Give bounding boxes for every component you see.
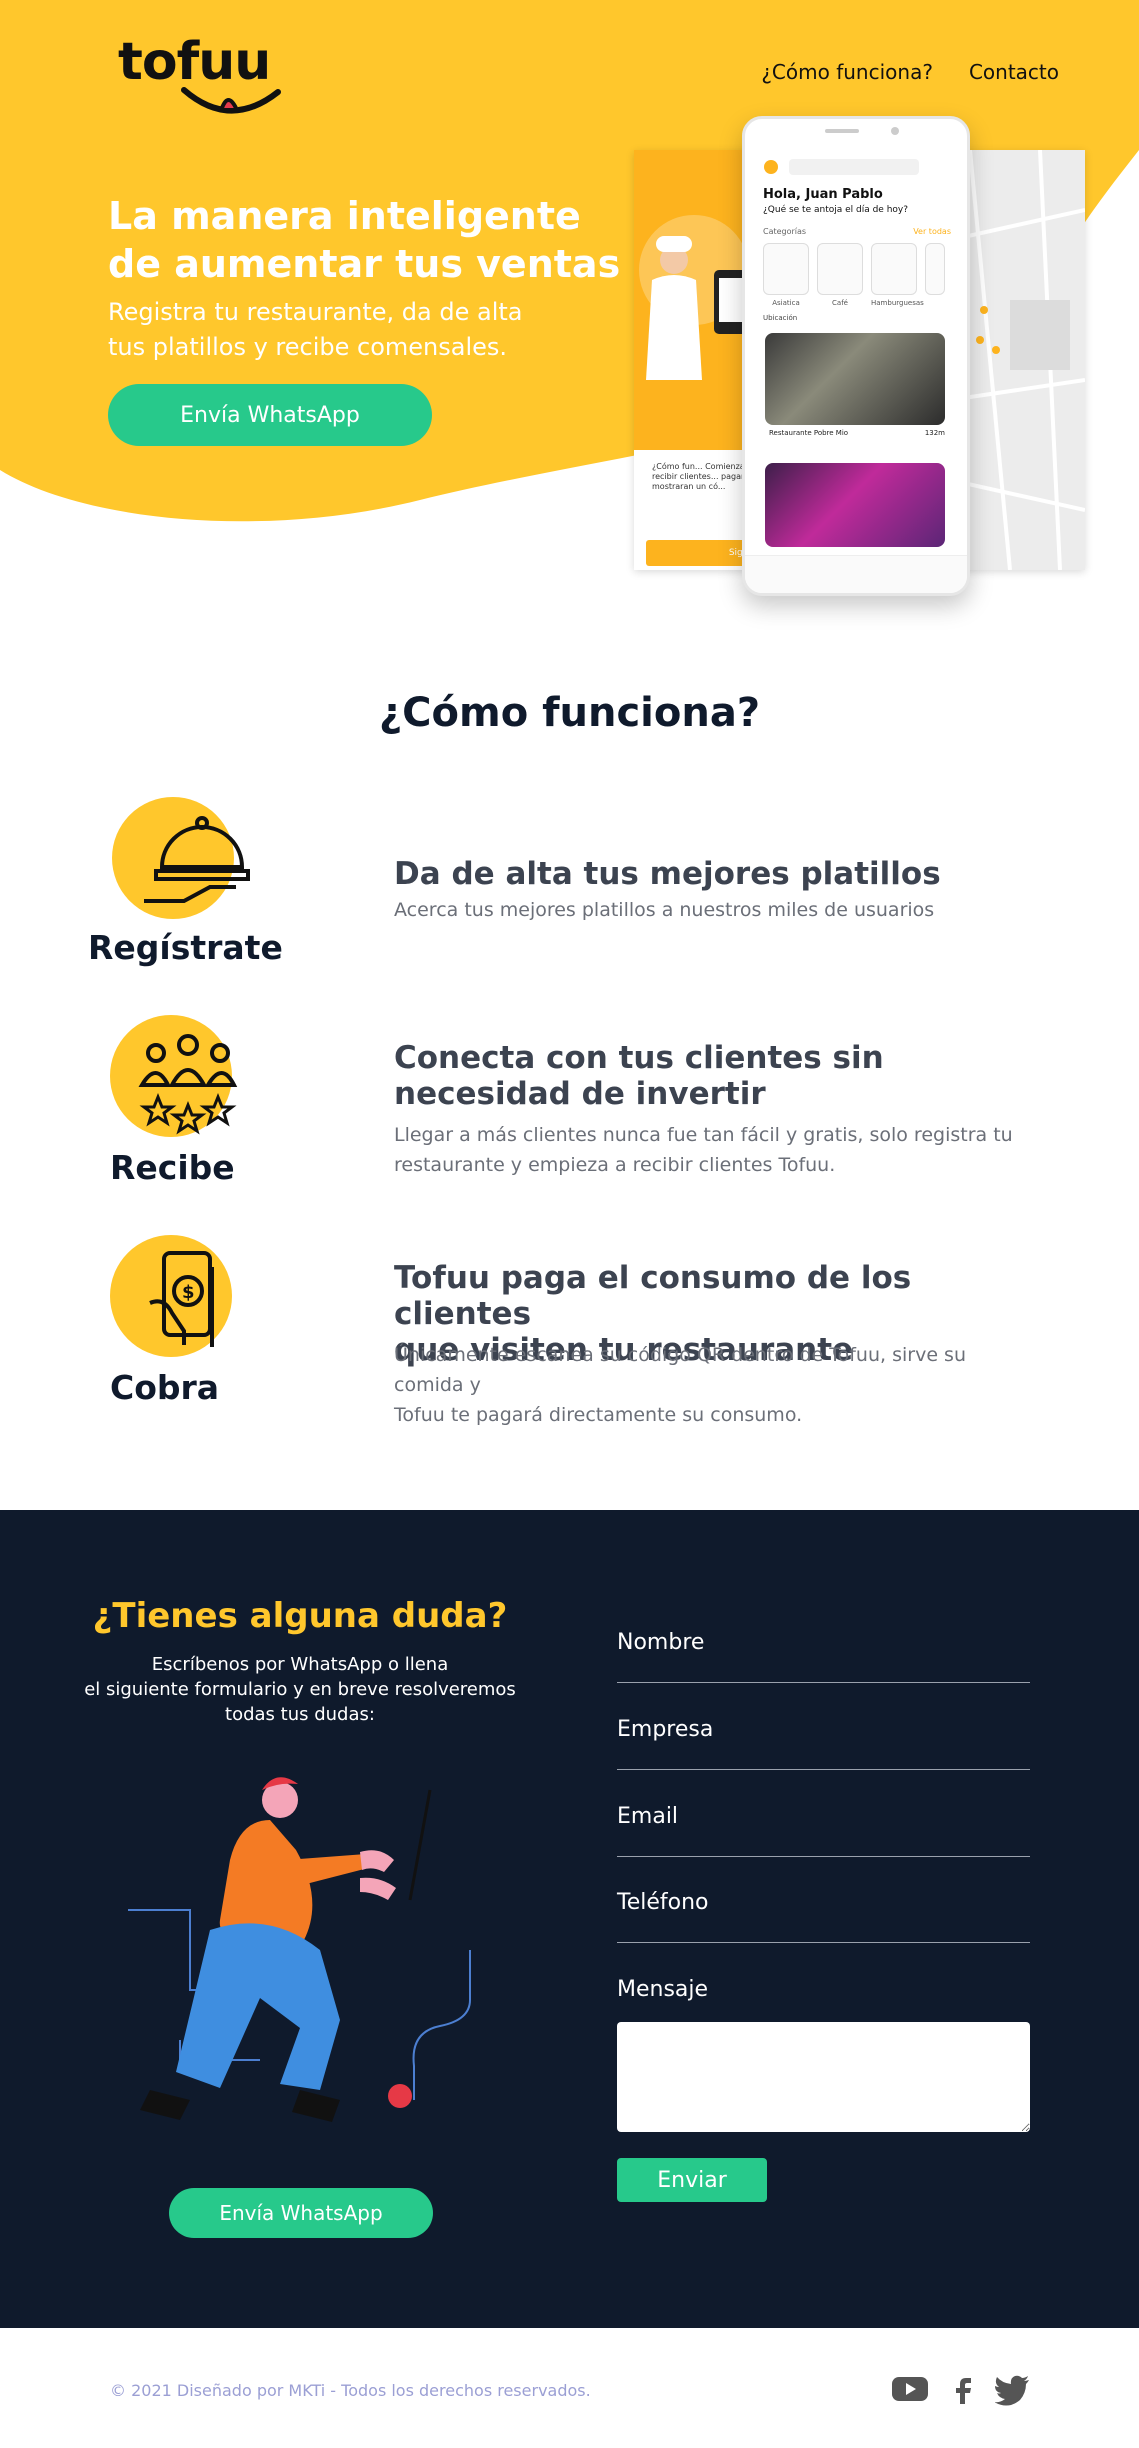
landing-page: tofuu ¿Cómo funciona? Contacto La manera… <box>0 0 1139 2448</box>
customers-rating-icon <box>138 1034 238 1135</box>
phone-question: ¿Qué se te antoja el día de hoy? <box>763 205 909 215</box>
step2-label: Recibe <box>110 1148 235 1187</box>
footer: © 2021 Diseñado por MKTi - Todos los der… <box>0 2328 1139 2448</box>
category-tile <box>871 243 917 295</box>
message-field[interactable] <box>617 2022 1030 2132</box>
hero-section: tofuu ¿Cómo funciona? Contacto La manera… <box>0 0 1139 620</box>
phone-see-all: Ver todas <box>913 227 951 236</box>
category-tile <box>817 243 863 295</box>
hero-title-line1: La manera inteligente <box>108 194 581 238</box>
phone-status-bar <box>764 127 919 175</box>
phone-field-label: Teléfono <box>617 1890 709 1915</box>
send-button[interactable]: Enviar <box>617 2158 767 2202</box>
step3-label: Cobra <box>110 1368 220 1407</box>
phone-location: Ubicación <box>763 314 798 322</box>
contact-sub-line2: el siguiente formulario y en breve resol… <box>84 1679 516 1700</box>
phone-greeting: Hola, Juan Pablo <box>763 187 883 202</box>
hero-title-line2: de aumentar tus ventas <box>108 242 621 286</box>
restaurant-photo <box>765 463 945 547</box>
contact-subtitle: Escríbenos por WhatsApp o llena el sigui… <box>60 1652 540 1727</box>
tofuu-logo[interactable]: tofuu <box>118 32 288 118</box>
step2-desc-line2: restaurante y empieza a recibir clientes… <box>394 1154 836 1176</box>
name-field-label: Nombre <box>617 1630 705 1655</box>
step3-desc-line2: Tofuu te pagará directamente su consumo. <box>394 1404 803 1426</box>
contact-sub-line3: todas tus dudas: <box>225 1704 375 1725</box>
category-name: Café <box>832 299 848 307</box>
step2-title: Conecta con tus clientes sin necesidad d… <box>394 1040 1034 1112</box>
step3-desc-line1: Únicamente escanea su código QR dentro d… <box>394 1344 966 1396</box>
app-map-mockup <box>950 150 1085 570</box>
company-field[interactable] <box>617 1769 1030 1770</box>
logo-smile-icon <box>181 87 281 114</box>
copyright-text: © 2021 Diseñado por MKTi - Todos los der… <box>110 2381 591 2400</box>
step2-desc-line1: Llegar a más clientes nunca fue tan fáci… <box>394 1124 1013 1146</box>
svg-text:$: $ <box>182 1282 195 1303</box>
top-nav: ¿Cómo funciona? Contacto <box>761 60 1059 84</box>
step2-icon-circle <box>110 1015 238 1137</box>
phone-tab-bar <box>745 555 967 593</box>
person-typing-illustration <box>128 1777 471 2122</box>
phone-mockup: Hola, Juan Pablo ¿Qué se te antoja el dí… <box>742 116 970 596</box>
contact-section: ¿Tienes alguna duda? Escríbenos por What… <box>0 1510 1139 2328</box>
contact-title: ¿Tienes alguna duda? <box>92 1596 508 1636</box>
category-tile <box>925 243 945 295</box>
step3-title-line1: Tofuu paga el consumo de los clientes <box>394 1260 912 1332</box>
contact-sub-line1: Escríbenos por WhatsApp o llena <box>151 1654 449 1675</box>
phone-distance: 132m <box>924 429 945 437</box>
company-field-label: Empresa <box>617 1717 714 1742</box>
step1-label: Regístrate <box>88 928 283 967</box>
step2-title-line2: necesidad de invertir <box>394 1076 766 1112</box>
step3-description: Únicamente escanea su código QR dentro d… <box>394 1340 1034 1430</box>
phone-category-tiles <box>763 243 945 295</box>
phone-payment-icon: $ <box>149 1251 214 1347</box>
youtube-icon[interactable] <box>890 2372 930 2406</box>
step1-title-line1: Da de alta tus mejores platillos <box>394 856 941 892</box>
hero-subtitle-line1: Registra tu restaurante, da de alta <box>108 298 523 326</box>
twitter-icon[interactable] <box>995 2372 1031 2406</box>
map-illustration <box>950 150 1085 570</box>
how-it-works-title: ¿Cómo funciona? <box>378 690 761 736</box>
phone-category-names: Asiatica Café Hamburguesas <box>763 299 924 307</box>
hero-title: La manera inteligente de aumentar tus ve… <box>108 192 648 288</box>
step1-title: Da de alta tus mejores platillos <box>394 856 1034 892</box>
nav-how-it-works[interactable]: ¿Cómo funciona? <box>761 60 933 84</box>
phone-restaurant-name: Restaurante Pobre Mio <box>769 429 849 437</box>
step1-desc-line1: Acerca tus mejores platillos a nuestros … <box>394 899 935 921</box>
hero-subtitle: Registra tu restaurante, da de alta tus … <box>108 295 578 365</box>
step1-description: Acerca tus mejores platillos a nuestros … <box>394 895 1034 925</box>
step3-icon-circle: $ <box>110 1235 232 1357</box>
serving-tray-icon <box>144 816 250 903</box>
nav-contact[interactable]: Contacto <box>969 60 1059 84</box>
email-field-label: Email <box>617 1804 679 1829</box>
food-photo <box>765 333 945 425</box>
step1-icon-circle <box>112 797 250 919</box>
category-name: Hamburguesas <box>871 299 924 307</box>
step2-description: Llegar a más clientes nunca fue tan fáci… <box>394 1120 1034 1180</box>
hero-whatsapp-button[interactable]: Envía WhatsApp <box>108 384 432 446</box>
name-field[interactable] <box>617 1682 1030 1683</box>
phone-categories-label: Categorías <box>763 227 807 236</box>
step2-title-line1: Conecta con tus clientes sin <box>394 1040 884 1076</box>
phone-field[interactable] <box>617 1942 1030 1943</box>
category-name: Asiatica <box>772 299 800 307</box>
email-field[interactable] <box>617 1856 1030 1857</box>
category-tile <box>763 243 809 295</box>
facebook-icon[interactable] <box>952 2372 974 2406</box>
contact-whatsapp-button[interactable]: Envía WhatsApp <box>169 2188 433 2238</box>
hero-subtitle-line2: tus platillos y recibe comensales. <box>108 333 508 361</box>
message-field-label: Mensaje <box>617 1977 709 2002</box>
